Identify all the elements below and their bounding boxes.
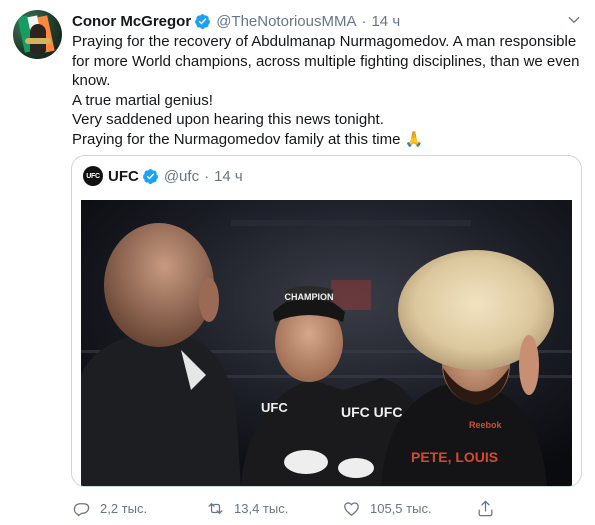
tweet-time[interactable]: 14 ч	[371, 13, 400, 30]
quoted-tweet[interactable]: UFC UFC @ufc · 14 ч CHAMPION UFC UFC UFC…	[71, 155, 582, 487]
retweet-count: 13,4 тыс.	[234, 500, 289, 516]
share-icon	[478, 500, 493, 516]
shirt-text-red: PETE, LOUIS	[411, 449, 498, 465]
tweet-text-line: Praying for the Nurmagomedov family at t…	[72, 130, 424, 148]
quoted-author-name: UFC	[108, 167, 139, 185]
author-name[interactable]: Conor McGregor	[72, 13, 191, 30]
reply-icon	[73, 502, 90, 516]
tweet-header: Conor McGregor @TheNotoriousMMA · 14 ч	[72, 11, 400, 31]
tweet-text-line: for more World champions, across multipl…	[72, 52, 580, 70]
tweet-text-line: know.	[72, 72, 111, 90]
verified-icon	[142, 168, 158, 184]
chevron-down-icon[interactable]	[566, 12, 582, 28]
tweet-text-line: A true martial genius!	[72, 91, 213, 109]
share-button[interactable]	[476, 497, 504, 519]
avatar-belt	[25, 38, 51, 44]
shirt-text-left: UFC	[261, 400, 288, 415]
quoted-time: 14 ч	[214, 167, 243, 185]
retweet-button[interactable]: 13,4 тыс.	[206, 497, 288, 519]
tweet[interactable]: Conor McGregor @TheNotoriousMMA · 14 ч P…	[0, 0, 595, 525]
author-handle[interactable]: @TheNotoriousMMA	[216, 13, 356, 30]
tweet-text-line: Very saddened upon hearing this news ton…	[72, 111, 384, 129]
retweet-icon	[208, 502, 223, 514]
separator-dot: ·	[204, 167, 210, 185]
like-count: 105,5 тыс.	[370, 500, 432, 516]
tweet-actions: 2,2 тыс. 13,4 тыс. 105,5 тыс.	[72, 497, 582, 519]
shirt-text-right: UFC UFC	[341, 404, 402, 420]
verified-icon	[195, 13, 211, 29]
tweet-text-line: Praying for the recovery of Abdulmanap N…	[72, 33, 577, 50]
tweet-text: Praying for the recovery of Abdulmanap N…	[72, 32, 582, 150]
quoted-photo[interactable]: CHAMPION UFC UFC UFC PETE, LOUIS Reebok	[81, 200, 572, 486]
cap-text: CHAMPION	[285, 292, 334, 302]
reply-count: 2,2 тыс.	[100, 500, 148, 516]
reply-button[interactable]: 2,2 тыс.	[72, 497, 147, 519]
shirt-brand-text: Reebok	[469, 420, 503, 430]
photo-illustration: CHAMPION UFC UFC UFC PETE, LOUIS Reebok	[81, 200, 572, 486]
author-avatar[interactable]	[13, 10, 62, 59]
quoted-handle: @ufc	[163, 167, 200, 185]
like-button[interactable]: 105,5 тыс.	[342, 497, 432, 519]
quoted-tweet-header: UFC UFC @ufc · 14 ч	[83, 165, 243, 187]
separator-dot: ·	[361, 12, 367, 30]
quoted-avatar: UFC	[83, 166, 103, 186]
heart-icon	[344, 501, 359, 516]
